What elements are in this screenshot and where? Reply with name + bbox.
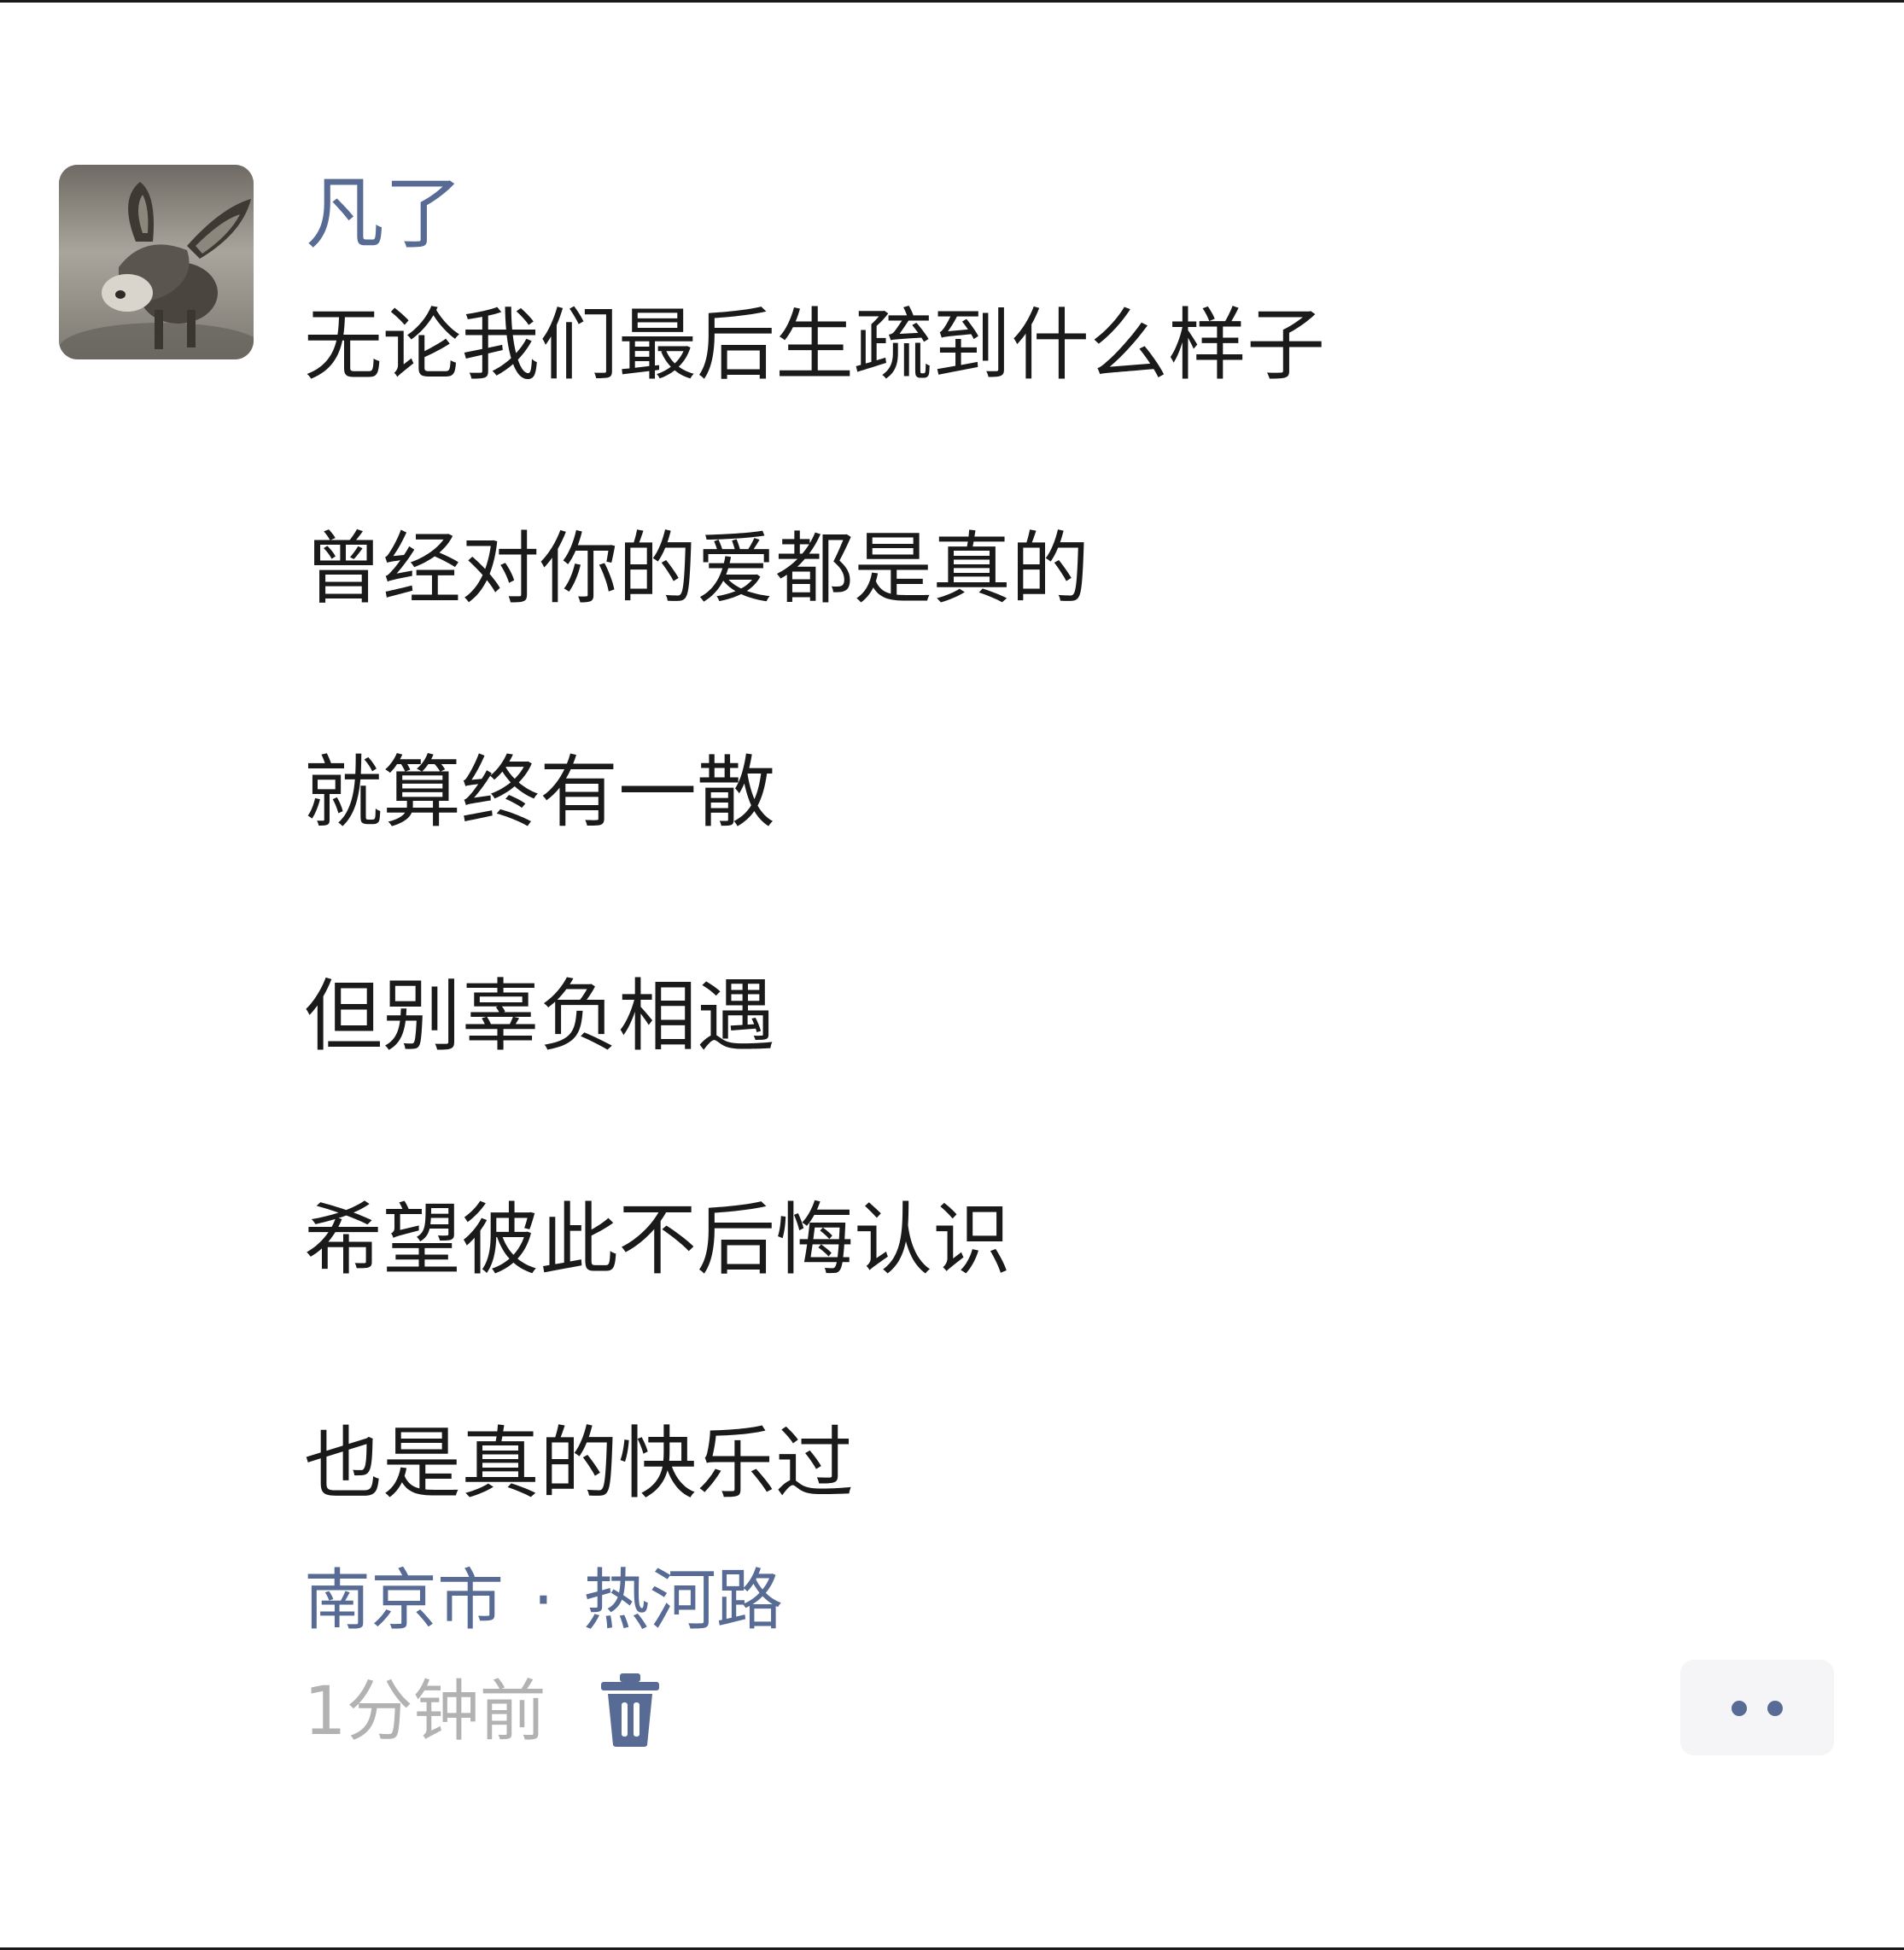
moment-post: 凡了 无论我们最后生疏到什么样子 曾经对你的爱都是真的 就算终有一散 但别辜负相… bbox=[0, 0, 1904, 1950]
avatar[interactable] bbox=[59, 165, 254, 359]
post-time: 1分钟前 bbox=[304, 1673, 546, 1750]
delete-button[interactable] bbox=[598, 1672, 663, 1749]
location-city: 南京市 bbox=[304, 1562, 505, 1639]
content-line: 就算终有一散 bbox=[304, 747, 776, 838]
content-line: 无论我们最后生疏到什么样子 bbox=[304, 300, 1326, 391]
more-dots-icon bbox=[1767, 1701, 1783, 1716]
location-street: 热河路 bbox=[582, 1562, 783, 1639]
content-line: 曾经对你的爱都是真的 bbox=[304, 523, 1090, 615]
more-button[interactable] bbox=[1680, 1660, 1834, 1755]
location-separator: · bbox=[533, 1562, 554, 1639]
content-line: 希望彼此不后悔认识 bbox=[304, 1194, 1012, 1286]
donkey-photo-avatar bbox=[59, 165, 254, 359]
post-content: 无论我们最后生疏到什么样子 曾经对你的爱都是真的 就算终有一散 但别辜负相遇 希… bbox=[304, 290, 1841, 1632]
location-link[interactable]: 南京市 · 热河路 bbox=[304, 1554, 783, 1648]
more-dots-icon bbox=[1732, 1701, 1747, 1716]
username[interactable]: 凡了 bbox=[306, 167, 463, 261]
content-line: 但别辜负相遇 bbox=[304, 971, 776, 1062]
trash-icon bbox=[601, 1673, 659, 1747]
